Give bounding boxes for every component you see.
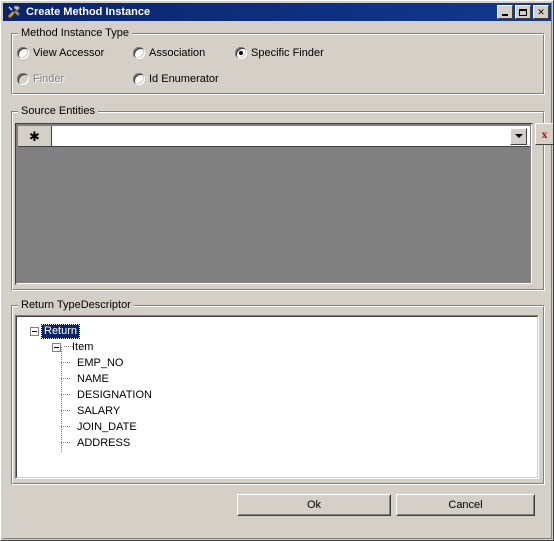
tree-dash-icon — [61, 387, 75, 403]
tree-dash-icon — [61, 355, 75, 371]
source-entities-legend: Source Entities — [18, 105, 98, 117]
delete-x-icon: x — [541, 127, 548, 141]
titlebar[interactable]: Create Method Instance ✕ — [3, 3, 551, 21]
create-method-instance-dialog: Create Method Instance ✕ Method Instance… — [0, 0, 554, 541]
new-row-asterisk-icon: ✱ — [18, 126, 52, 147]
radio-dot-icon — [235, 47, 247, 59]
cancel-button-label: Cancel — [448, 499, 483, 511]
return-typedescriptor-groupbox: Return TypeDescriptor Return Item EMP_NO — [11, 299, 545, 485]
tree-node-label-item: Item — [72, 340, 94, 353]
maximize-button[interactable] — [515, 5, 531, 19]
radio-label-id-enumerator: Id Enumerator — [149, 73, 219, 85]
radio-association[interactable]: Association — [133, 47, 205, 59]
radio-label-view-accessor: View Accessor — [33, 47, 105, 59]
radio-dot-icon — [133, 47, 145, 59]
tree-dash-icon — [61, 419, 75, 435]
tree-node-label-salary: SALARY — [77, 404, 121, 417]
tree-node-field[interactable]: DESIGNATION — [17, 387, 537, 403]
source-entities-grid[interactable]: ✱ — [15, 123, 533, 285]
collapse-icon[interactable] — [52, 342, 61, 352]
ok-button[interactable]: Ok — [237, 494, 391, 516]
tree-dash-icon — [61, 403, 75, 419]
radio-specific-finder[interactable]: Specific Finder — [235, 47, 324, 59]
cancel-button[interactable]: Cancel — [396, 494, 535, 516]
source-entity-combobox-cell[interactable] — [52, 126, 530, 147]
delete-source-entity-button[interactable]: x — [535, 123, 553, 145]
radio-view-accessor[interactable]: View Accessor — [17, 47, 104, 59]
tree-node-field[interactable]: SALARY — [17, 403, 537, 419]
radio-label-specific-finder: Specific Finder — [251, 47, 324, 59]
radio-label-association: Association — [149, 47, 206, 59]
tools-hammer-wrench-icon — [6, 4, 22, 20]
tree-node-label-return: Return — [40, 323, 81, 339]
source-entities-groupbox: Source Entities ✱ x — [11, 105, 553, 291]
grid-inner: ✱ — [16, 124, 532, 284]
tree-node-field[interactable]: JOIN_DATE — [17, 419, 537, 435]
groupbox-frame — [11, 33, 545, 95]
return-typedescriptor-treeview[interactable]: Return Item EMP_NO NAME DESIGNATION SALA… — [15, 315, 539, 479]
radio-dot-icon — [17, 47, 29, 59]
tree-node-field[interactable]: EMP_NO — [17, 355, 537, 371]
close-button[interactable]: ✕ — [533, 5, 549, 19]
radio-id-enumerator[interactable]: Id Enumerator — [133, 73, 219, 85]
tree-dash-icon — [61, 371, 75, 387]
tree-node-label-emp-no: EMP_NO — [77, 356, 124, 369]
minimize-icon — [498, 6, 512, 18]
radio-dot-icon — [17, 73, 29, 85]
tree-node-label-name: NAME — [77, 372, 109, 385]
maximize-icon — [516, 6, 530, 18]
grid-new-row[interactable]: ✱ — [18, 126, 530, 147]
ok-button-label: Ok — [306, 499, 322, 511]
tree-dash-icon — [64, 339, 73, 355]
window-title: Create Method Instance — [26, 6, 151, 18]
tree-node-field[interactable]: ADDRESS — [17, 435, 537, 451]
close-icon: ✕ — [537, 6, 545, 17]
window-controls: ✕ — [497, 5, 549, 19]
radio-label-finder: Finder — [33, 73, 65, 85]
collapse-icon[interactable] — [30, 326, 39, 336]
tree-node-label-join-date: JOIN_DATE — [77, 420, 137, 433]
radio-dot-icon — [133, 73, 145, 85]
treeview-inner: Return Item EMP_NO NAME DESIGNATION SALA… — [16, 316, 538, 478]
tree-node-item[interactable]: Item — [17, 339, 537, 355]
tree-node-label-address: ADDRESS — [77, 436, 131, 449]
minimize-button[interactable] — [497, 5, 513, 19]
return-typedescriptor-legend: Return TypeDescriptor — [18, 299, 134, 311]
method-instance-type-groupbox: Method Instance Type View Accessor Finde… — [11, 27, 545, 95]
tree-node-return[interactable]: Return — [17, 323, 537, 339]
chevron-down-icon[interactable] — [510, 127, 527, 145]
tree-node-field[interactable]: NAME — [17, 371, 537, 387]
method-instance-type-legend: Method Instance Type — [18, 27, 133, 39]
radio-finder: Finder — [17, 73, 64, 85]
tree-dash-icon — [61, 435, 75, 451]
tree-node-label-designation: DESIGNATION — [77, 388, 152, 401]
